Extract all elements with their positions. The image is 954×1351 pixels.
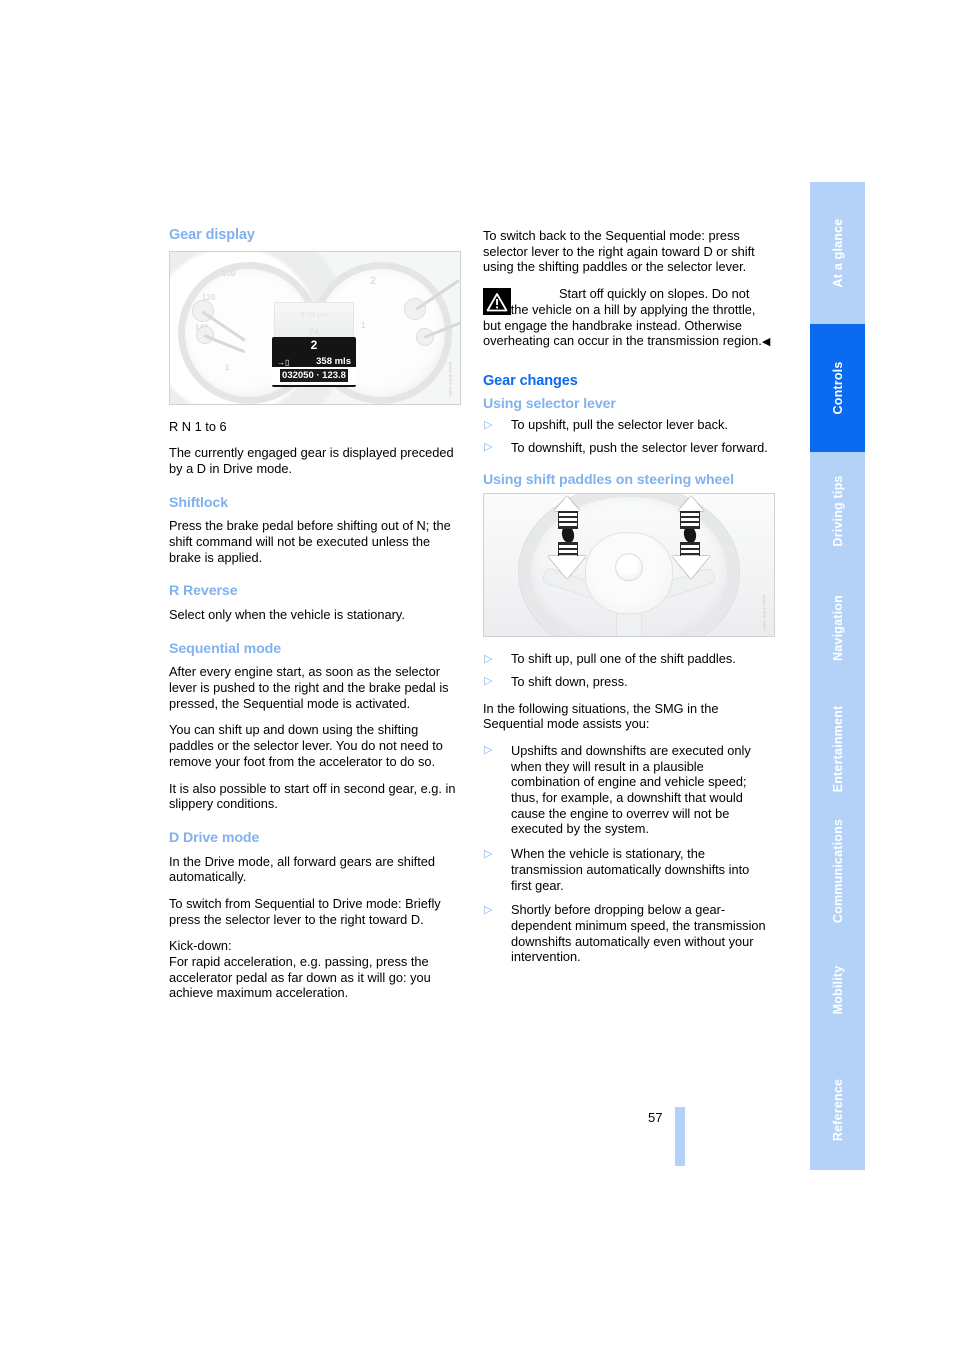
list-item: ▷ When the vehicle is stationary, the tra… [483,846,773,893]
heading-using-selector-lever: Using selector lever [483,395,616,412]
bullet-text: When the vehicle is stationary, the tran… [511,846,750,893]
bullet-text: To shift up, pull one of the shift paddl… [511,651,736,667]
heading-using-shift-paddles: Using shift paddles on steering wheel [483,471,734,488]
tab-label: At a glance [830,218,845,288]
bullet-text: Shortly before dropping below a gear-dep… [511,902,766,965]
dial-tick-1-right: 1 [361,320,366,330]
tab-mobility[interactable]: Mobility [810,931,865,1049]
switch-back-paragraph: To switch back to the Sequential mode: p… [483,228,755,275]
steering-wheel-figure: www.bmw-sale [483,493,775,638]
tab-at-a-glance[interactable]: At a glance [810,182,865,324]
gear-display-paragraph: The currently engaged gear is displayed … [169,445,454,476]
smg-assist-intro: In the following situations, the SMG in … [483,700,719,732]
kick-down-label: Kick-down: [169,938,232,954]
tab-label: Driving tips [830,474,845,547]
manual-page: Gear display 100 120 140 1 2 1 9:19 pm 7… [0,0,954,1351]
heading-gear-changes: Gear changes [483,372,578,389]
right-column: To switch back to the Sequential mode: p… [483,228,775,965]
list-item: ▷ To shift down, press. [483,674,773,690]
dial-tick-1-left: 1 [225,362,230,372]
shiftlock-paragraph: Press the brake pedal before shifting ou… [169,518,451,565]
right-down-arrow-head [672,556,710,580]
drive-mode-paragraph-1: In the Drive mode, all forward gears are… [169,853,436,885]
drive-mode-paragraph-2: To switch from Sequential to Drive mode:… [169,895,441,927]
left-column: Gear display 100 120 140 1 2 1 9:19 pm 7… [169,227,461,1001]
warning-text-body: Start off quickly on slopes. Do not hold… [483,286,762,349]
sequential-paragraph-1: After every engine start, as soon as the… [169,664,449,711]
lcd-odometer-value: 032050 · 123.8 [280,369,348,382]
tab-label: Communications [830,818,845,924]
heading-d-drive-mode: D Drive mode [169,829,260,846]
page-marker-bar [675,1107,685,1166]
left-up-arrow-shaft [558,510,578,530]
tab-driving-tips[interactable]: Driving tips [810,452,865,569]
triangle-bullet-icon: ▷ [484,903,493,916]
list-item: ▷ To upshift, pull the selector lever bac… [483,417,773,433]
tab-label: Entertainment [830,705,845,793]
dial-tick-2-right: 2 [370,274,377,287]
list-item: ▷ To downshift, push the selector lever f… [483,440,773,456]
bullet-text: To shift down, press. [511,673,628,689]
reverse-paragraph: Select only when the vehicle is stationa… [169,607,405,622]
upper-display-time: 9:19 pm [300,309,328,319]
warning-block: Start off quickly on slopes. Do not hold… [483,286,773,351]
dial-tick-100: 100 [222,268,236,278]
tab-entertainment[interactable]: Entertainment [810,687,865,811]
bullet-text: To downshift, push the selector lever fo… [511,439,768,455]
right-up-arrow-head [678,496,704,512]
warning-text: Start off quickly on slopes. Do not hold… [483,286,773,351]
heading-sequential-mode: Sequential mode [169,640,282,657]
tab-label: Controls [830,361,845,415]
tab-navigation[interactable]: Navigation [810,569,865,687]
left-down-arrow-head [548,556,586,580]
triangle-bullet-icon: ▷ [484,847,493,860]
triangle-bullet-icon: ▷ [484,418,493,431]
figure-credit-cluster: www.bmw-sale [448,362,453,398]
triangle-bullet-icon: ▷ [484,652,493,665]
tab-label: Mobility [830,965,845,1015]
tab-communications[interactable]: Communications [810,811,865,931]
triangle-bullet-icon: ▷ [484,744,493,757]
lcd-odometer: 032050 · 123.8 [272,367,356,385]
bullet-text: To upshift, pull the selector lever back… [511,417,728,433]
gear-lcd-display: 2 →▯ 358 mls 032050 · 123.8 [272,336,356,387]
heading-r-reverse: R Reverse [169,583,238,600]
warning-triangle-icon [483,288,511,316]
section-tab-rail[interactable]: At a glance Controls Driving tips Naviga… [810,182,865,1170]
selector-lever-bullets: ▷ To upshift, pull the selector lever bac… [483,417,773,455]
heading-gear-display: Gear display [169,227,255,243]
tab-label: Navigation [830,595,845,661]
instrument-cluster-figure: 100 120 140 1 2 1 9:19 pm 74 2 →▯ 358 ml… [169,250,461,405]
tab-reference[interactable]: Reference [810,1049,865,1170]
shift-paddle-bullets: ▷ To shift up, pull one of the shift padd… [483,651,773,689]
page-number: 57 [648,1110,663,1125]
upper-info-display: 9:19 pm 74 [274,301,354,340]
triangle-bullet-icon: ▷ [484,441,493,454]
figure-credit-wheel: www.bmw-sale [762,594,767,631]
kick-down-paragraph: For rapid acceleration, e.g. passing, pr… [169,954,431,1001]
heading-shiftlock: Shiftlock [169,494,229,511]
list-item: ▷ To shift up, pull one of the shift padd… [483,651,773,667]
gear-list-text: R N 1 to 6 [169,418,227,434]
manufacturer-badge [615,553,643,582]
tab-controls[interactable]: Controls [810,324,865,452]
lcd-gear-value: 2 [310,337,318,352]
tab-label: Reference [830,1078,845,1141]
left-up-arrow-head [554,496,580,512]
smg-assist-bullets: ▷ Upshifts and downshifts are executed on… [483,743,773,965]
sequential-paragraph-3: It is also possible to start off in seco… [169,780,456,812]
right-up-arrow-shaft [680,510,700,530]
bullet-text: Upshifts and downshifts are executed onl… [511,742,751,837]
list-item: ▷ Shortly before dropping below a gear-de… [483,902,773,965]
triangle-bullet-icon: ▷ [484,675,493,688]
sequential-paragraph-2: You can shift up and down using the shif… [169,722,443,769]
warning-end-mark: ◀ [761,336,771,349]
list-item: ▷ Upshifts and downshifts are executed on… [483,743,773,837]
